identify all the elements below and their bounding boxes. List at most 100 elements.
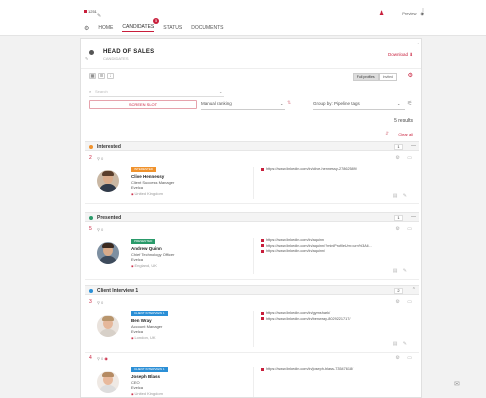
main-nav: ⚙ HOME CANDIDATES 5 STATUS DOCUMENTS — [84, 18, 223, 32]
group-underline — [313, 109, 405, 110]
candidate-name[interactable]: Clive Hennessy — [131, 174, 164, 179]
divider — [253, 238, 254, 274]
stage-tag: INTERESTED — [131, 167, 157, 172]
candidate-meta-icons: ⚲ 0 — [97, 227, 104, 232]
screen-slot-button[interactable]: SCREEN SLOT — [89, 100, 197, 109]
linkedin-link[interactable]: https://www.linkedin.com/in/aquinn/ — [261, 249, 372, 255]
stage-name: Client Interview 1 — [97, 288, 139, 294]
nav-candidates[interactable]: CANDIDATES 5 — [122, 18, 160, 32]
candidate-card[interactable]: 4 ⚲ 0 ◉ ⚙ ▭ CLIENT INTERVIEW 1 Joseph Bl… — [85, 353, 419, 398]
preview-label[interactable]: Preview — [402, 11, 416, 16]
company-logo[interactable]: 1251 — [84, 9, 97, 14]
stage-interested[interactable]: Interested 1 — — [85, 141, 419, 151]
candidate-links: https://www.linkedin.com/in/clive-hennes… — [261, 167, 357, 173]
document-icons[interactable]: ▤ ✎ — [393, 268, 409, 274]
stage-name: Interested — [97, 144, 121, 150]
candidate-links: https://www.linkedin.com/in/joseph-blass… — [261, 367, 353, 373]
job-subtitle: CANDIDATES — [103, 56, 129, 61]
invited-toggle[interactable]: Invited — [378, 73, 397, 81]
nav-home[interactable]: HOME — [98, 25, 113, 31]
nav-documents[interactable]: DOCUMENTS — [191, 25, 223, 31]
search-dropdown-icon[interactable]: ⌄ — [219, 89, 222, 94]
candidate-meta-icons: ⚲ 0 — [97, 156, 104, 161]
search-input[interactable]: Search — [89, 89, 224, 97]
list-view-icon[interactable]: ☰ — [98, 73, 105, 79]
sort-icon[interactable]: ⇅ — [287, 100, 291, 106]
document-icons[interactable]: ▤ ✎ — [393, 193, 409, 199]
compact-view-icon[interactable]: ⁞ — [107, 73, 114, 79]
candidate-meta-icons: ⚲ 0 ◉ — [97, 356, 108, 361]
grid-view-icon[interactable]: ▦ — [89, 73, 96, 79]
candidate-company: Evelca — [131, 257, 144, 262]
download-button[interactable]: Download ⬇ — [388, 52, 413, 58]
stage-tag: CLIENT INTERVIEW 1 — [131, 367, 168, 372]
group-by-select[interactable]: Group by: Pipeline tags — [313, 101, 405, 106]
panel-settings-icon[interactable]: ⚙ — [408, 72, 413, 79]
candidate-location: United Kingdom — [131, 191, 162, 196]
stage-count: 1 — [394, 215, 403, 221]
clear-all-link[interactable]: Clear all — [398, 132, 413, 137]
chat-help-icon[interactable]: ✉ — [454, 380, 460, 388]
stage-tag: PRESENTED — [131, 239, 156, 244]
candidate-rank: 2 — [89, 155, 92, 161]
candidate-rank: 3 — [89, 299, 92, 305]
stage-tag: CLIENT INTERVIEW 1 — [131, 311, 168, 316]
candidate-card[interactable]: 5 ⚲ 0 ⚙ ▭ PRESENTED Andrew Quinn Chief T… — [85, 224, 419, 280]
candidate-meta-icons: ⚲ 0 — [97, 300, 104, 305]
candidate-avatar — [97, 242, 119, 264]
clear-filter-icon[interactable]: ⇵ — [385, 131, 389, 137]
stage-presented[interactable]: Presented 1 — — [85, 212, 419, 222]
collapse-icon[interactable]: — — [411, 143, 416, 149]
candidates-badge: 5 — [153, 18, 160, 24]
chevron-down-icon[interactable]: ⌄ — [280, 101, 283, 106]
candidate-action-icons[interactable]: ⚙ ▭ — [395, 355, 415, 361]
document-icons[interactable]: ▤ ✎ — [393, 341, 409, 347]
nav-status[interactable]: STATUS — [163, 25, 182, 31]
candidate-name[interactable]: Ben Wray — [131, 318, 152, 323]
chevron-down-icon[interactable]: ⌄ — [397, 101, 400, 106]
candidate-avatar — [97, 170, 119, 192]
job-header: ✎ HEAD OF SALES CANDIDATES Download ⬇ ˇ — [81, 39, 421, 69]
stage-color-dot — [89, 216, 93, 220]
candidate-location: England, UK — [131, 263, 156, 268]
linkedin-link[interactable]: https://www.linkedin.com/in/clive-hennes… — [261, 167, 357, 173]
settings-gear-icon[interactable]: ⚙ — [84, 25, 89, 32]
stage-count: 1 — [394, 144, 403, 150]
linkedin-link[interactable]: https://www.linkedin.com/in/joseph-blass… — [261, 367, 353, 373]
job-title: HEAD OF SALES — [103, 49, 155, 55]
candidate-card[interactable]: 3 ⚲ 0 ⚙ ▭ CLIENT INTERVIEW 1 Ben Wray Ac… — [85, 297, 419, 353]
linkedin-link[interactable]: https://www.linkedin.com/in/benwray-8029… — [261, 317, 350, 323]
job-candidates-panel: ✎ HEAD OF SALES CANDIDATES Download ⬇ ˇ … — [80, 38, 422, 398]
collapse-icon[interactable]: ⌃ — [412, 287, 416, 293]
divider — [253, 311, 254, 347]
more-options-icon[interactable]: ⋮ — [420, 8, 426, 15]
top-right-controls: ♟ Preview ◉ — [379, 10, 424, 17]
view-mode-buttons: ▦ ☰ ⁞ — [89, 73, 114, 79]
edit-logo-icon[interactable]: ✎ — [97, 13, 101, 19]
candidate-action-icons[interactable]: ⚙ ▭ — [395, 299, 415, 305]
candidate-action-icons[interactable]: ⚙ ▭ — [395, 155, 415, 161]
stage-count: 2 — [394, 288, 403, 294]
stage-client-interview-1[interactable]: Client Interview 1 2 ⌃ — [85, 285, 419, 295]
ranking-select[interactable]: Manual ranking — [201, 101, 291, 106]
full-profiles-toggle[interactable]: Full profiles — [352, 73, 379, 81]
candidate-links: https://www.linkedin.com/in/gymshark/ ht… — [261, 311, 350, 322]
candidate-avatar — [97, 315, 119, 337]
results-count: 5 results — [394, 118, 413, 124]
candidate-links: https://www.linkedin.com/in/aquinn https… — [261, 238, 372, 255]
candidate-action-icons[interactable]: ⚙ ▭ — [395, 226, 415, 232]
candidate-name[interactable]: Joseph Blass — [131, 374, 160, 379]
add-user-icon[interactable]: ♟ — [379, 10, 384, 17]
candidate-card[interactable]: 2 ⚲ 0 ⚙ ▭ INTERESTED Clive Hennessy Clie… — [85, 153, 419, 204]
close-panel-icon[interactable]: ˇ — [418, 42, 419, 47]
top-bar: 1251 ✎ ⚙ HOME CANDIDATES 5 STATUS DOCUMEN… — [0, 0, 486, 36]
job-avatar-icon — [89, 50, 94, 55]
stage-name: Presented — [97, 215, 122, 221]
filter-icon[interactable]: ⚟ — [407, 100, 412, 107]
collapse-icon[interactable]: — — [411, 214, 416, 220]
candidate-name[interactable]: Andrew Quinn — [131, 246, 162, 251]
edit-job-icon[interactable]: ✎ — [85, 56, 88, 61]
candidate-rank: 4 — [89, 355, 92, 361]
ranking-underline — [201, 109, 285, 110]
stage-color-dot — [89, 145, 93, 149]
